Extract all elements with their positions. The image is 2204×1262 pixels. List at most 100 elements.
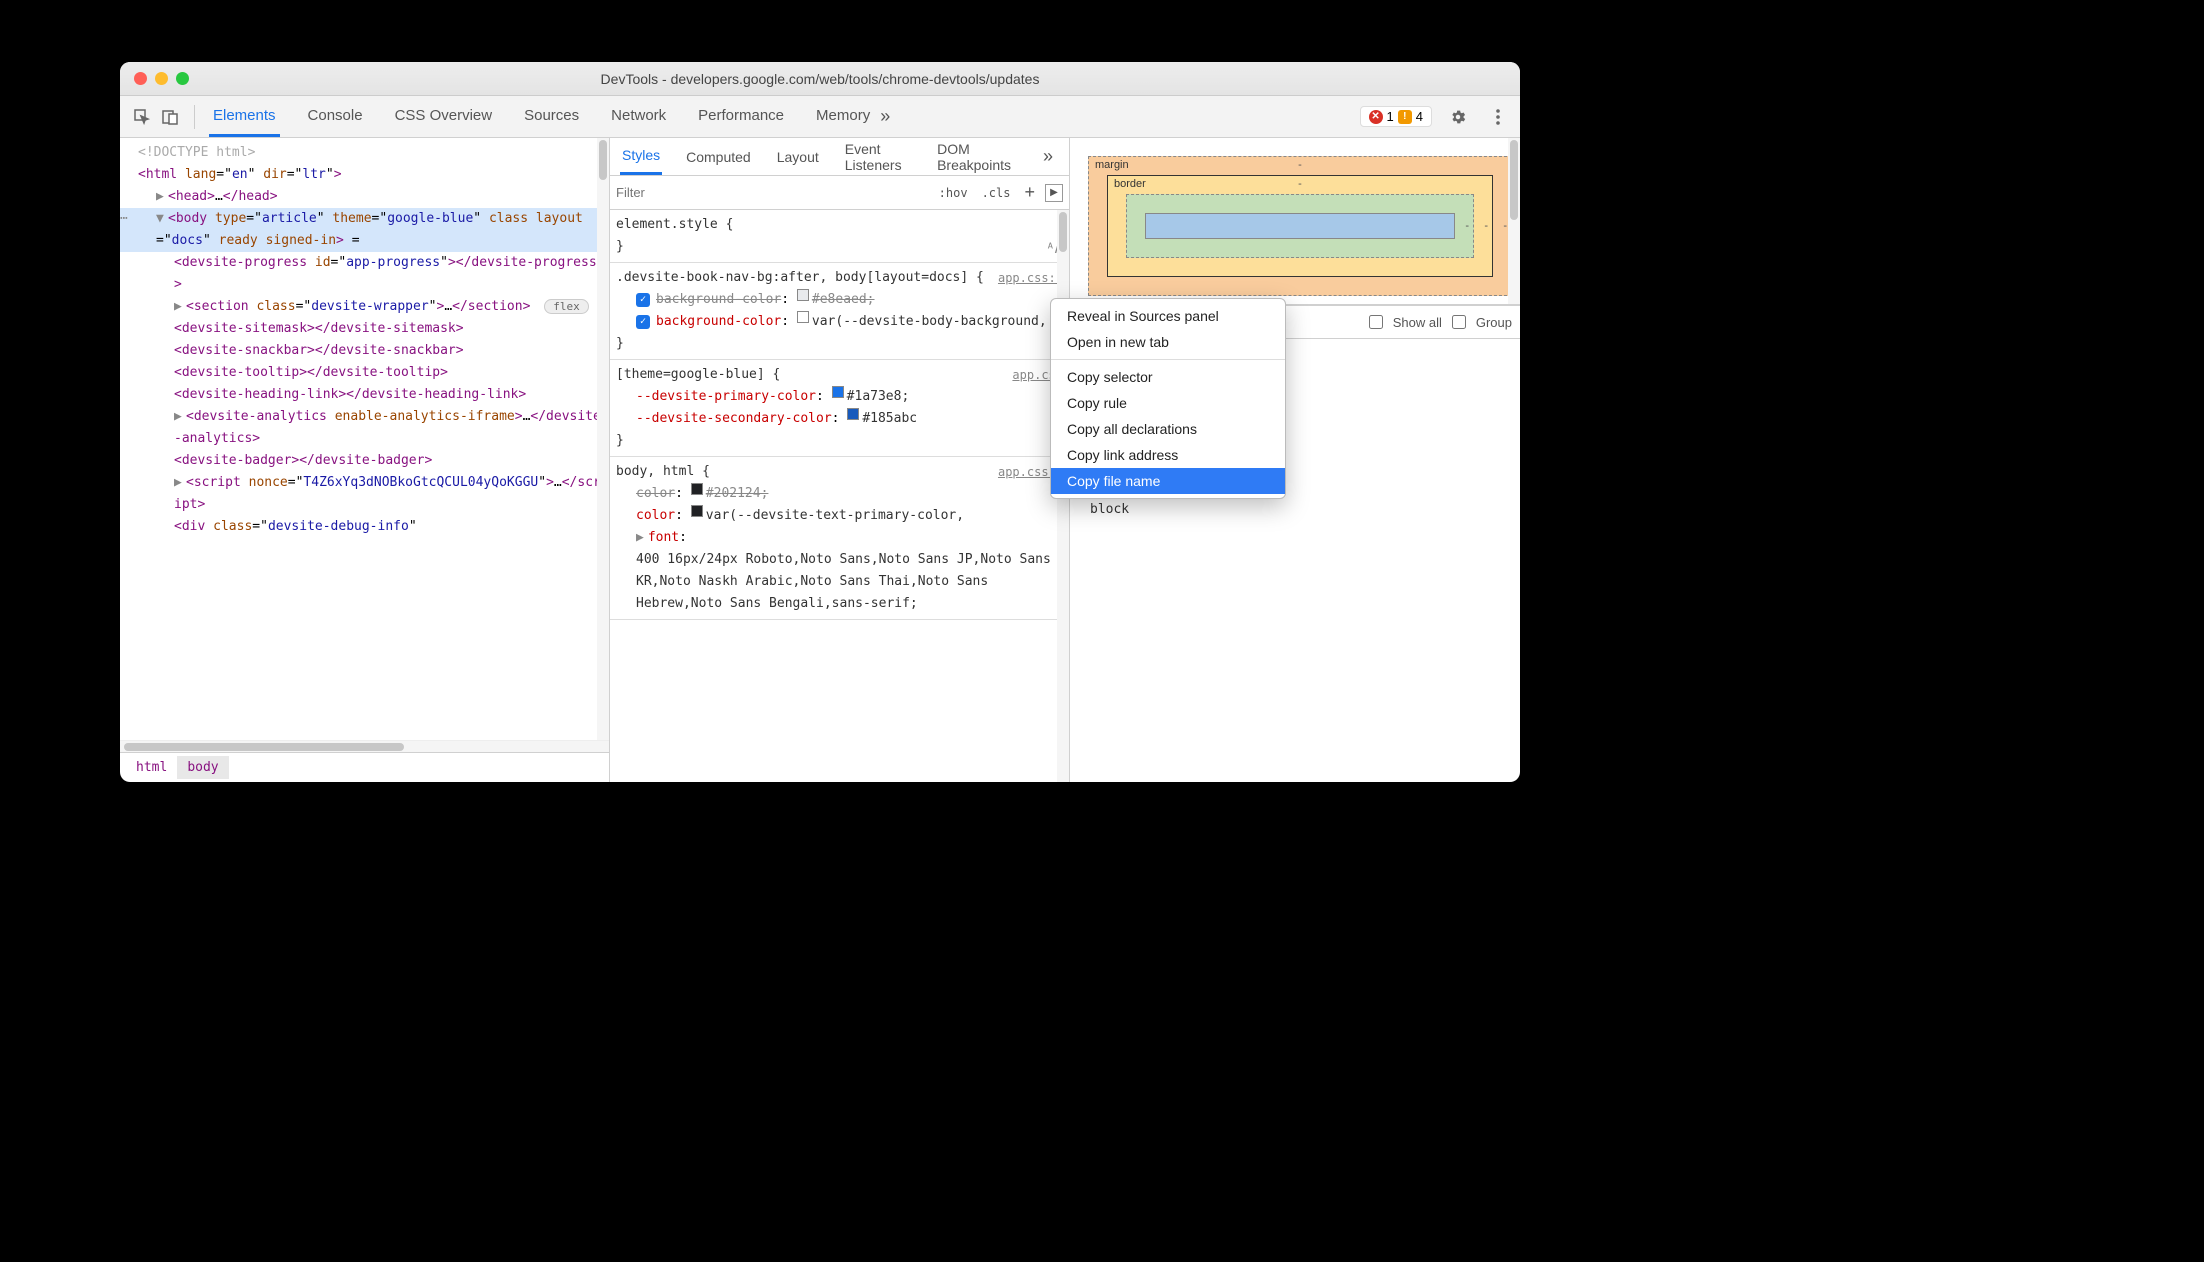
group-label: Group bbox=[1476, 315, 1512, 330]
computed-vertical-scrollbar[interactable] bbox=[1508, 138, 1520, 304]
tab-network[interactable]: Network bbox=[607, 97, 670, 137]
rule-source-link[interactable]: app.css:1 bbox=[998, 267, 1063, 289]
padding-right-value: - bbox=[1465, 220, 1469, 232]
context-menu: Reveal in Sources panelOpen in new tab Co… bbox=[1050, 298, 1286, 499]
color-swatch[interactable] bbox=[847, 408, 859, 420]
more-styles-tabs-icon[interactable]: » bbox=[1037, 146, 1059, 167]
dom-node[interactable]: <devsite-heading-link></devsite-heading-… bbox=[120, 384, 609, 406]
dom-node[interactable]: <html lang="en" dir="ltr"> bbox=[120, 164, 609, 186]
devtools-window: DevTools - developers.google.com/web/too… bbox=[120, 62, 1520, 782]
styles-tab-layout[interactable]: Layout bbox=[775, 140, 821, 174]
breadcrumb-body[interactable]: body bbox=[177, 756, 228, 779]
content-value bbox=[1298, 220, 1301, 232]
main-panels: <!DOCTYPE html><html lang="en" dir="ltr"… bbox=[120, 138, 1520, 782]
main-tabs: Elements Console CSS Overview Sources Networ… bbox=[209, 97, 874, 137]
color-swatch[interactable] bbox=[832, 386, 844, 398]
dom-breadcrumbs: htmlbody bbox=[120, 752, 609, 782]
styles-tab-computed[interactable]: Computed bbox=[684, 140, 753, 174]
styles-tab-dom-breakpoints[interactable]: DOM Breakpoints bbox=[935, 138, 1015, 182]
property-checkbox[interactable]: ✓ bbox=[636, 315, 650, 329]
error-icon: ✕ bbox=[1369, 110, 1383, 124]
styles-tab-event-listeners[interactable]: Event Listeners bbox=[843, 138, 913, 182]
breadcrumb-html[interactable]: html bbox=[126, 756, 177, 779]
dom-horizontal-scrollbar[interactable] bbox=[120, 740, 609, 752]
style-rule[interactable]: [theme=google-blue] {app.css--devsite-pr… bbox=[610, 360, 1069, 457]
styles-tabs: StylesComputedLayoutEvent ListenersDOM B… bbox=[610, 138, 1069, 176]
elements-panel: <!DOCTYPE html><html lang="en" dir="ltr"… bbox=[120, 138, 610, 782]
show-all-checkbox[interactable] bbox=[1369, 315, 1383, 329]
dom-node[interactable]: <devsite-tooltip></devsite-tooltip> bbox=[120, 362, 609, 384]
window-title: DevTools - developers.google.com/web/too… bbox=[120, 71, 1520, 87]
menu-item-reveal-in-sources-panel[interactable]: Reveal in Sources panel bbox=[1051, 303, 1285, 329]
dom-node[interactable]: <devsite-sitemask></devsite-sitemask> bbox=[120, 318, 609, 340]
dom-node[interactable]: ▶<script nonce="T4Z6xYq3dNOBkoGtcQCUL04y… bbox=[120, 472, 609, 516]
more-tabs-icon[interactable]: » bbox=[874, 106, 896, 127]
group-checkbox[interactable] bbox=[1452, 315, 1466, 329]
dom-node[interactable]: ⋯▼<body type="article" theme="google-blu… bbox=[120, 208, 609, 252]
show-all-label: Show all bbox=[1393, 315, 1442, 330]
menu-item-copy-file-name[interactable]: Copy file name bbox=[1051, 468, 1285, 494]
menu-item-open-in-new-tab[interactable]: Open in new tab bbox=[1051, 329, 1285, 355]
border-label: border bbox=[1114, 178, 1146, 190]
menu-item-copy-all-declarations[interactable]: Copy all declarations bbox=[1051, 416, 1285, 442]
css-property[interactable]: ✓background-color: var(--devsite-body-ba… bbox=[616, 311, 1063, 333]
css-property[interactable]: --devsite-secondary-color: #185abc bbox=[616, 408, 1063, 430]
menu-item-copy-rule[interactable]: Copy rule bbox=[1051, 390, 1285, 416]
style-rule[interactable]: element.style {}ᴬA bbox=[610, 210, 1069, 263]
main-toolbar: Elements Console CSS Overview Sources Networ… bbox=[120, 96, 1520, 138]
menu-item-copy-selector[interactable]: Copy selector bbox=[1051, 364, 1285, 390]
styles-tab-styles[interactable]: Styles bbox=[620, 138, 662, 175]
tab-sources[interactable]: Sources bbox=[520, 97, 583, 137]
color-swatch[interactable] bbox=[691, 483, 703, 495]
css-property[interactable]: ▶font: 400 16px/24px Roboto,Noto Sans,No… bbox=[616, 527, 1063, 615]
style-rule[interactable]: body, html {app.css:1color: #202124;colo… bbox=[610, 457, 1069, 620]
styles-filter-input[interactable] bbox=[616, 185, 929, 200]
color-swatch[interactable] bbox=[797, 311, 809, 323]
color-swatch[interactable] bbox=[691, 505, 703, 517]
css-property[interactable]: color: var(--devsite-text-primary-color, bbox=[616, 505, 1063, 527]
tab-css-overview[interactable]: CSS Overview bbox=[391, 97, 497, 137]
property-checkbox[interactable]: ✓ bbox=[636, 293, 650, 307]
warning-icon: ! bbox=[1398, 110, 1412, 124]
menu-item-copy-link-address[interactable]: Copy link address bbox=[1051, 442, 1285, 468]
style-rules[interactable]: element.style {}ᴬA.devsite-book-nav-bg:a… bbox=[610, 210, 1069, 782]
dom-node[interactable]: <!DOCTYPE html> bbox=[120, 142, 609, 164]
error-count: 1 bbox=[1387, 109, 1394, 124]
css-property[interactable]: --devsite-primary-color: #1a73e8; bbox=[616, 386, 1063, 408]
kebab-menu-icon[interactable] bbox=[1484, 103, 1512, 131]
styles-panel: Styles Computed Layout Event Listeners DOM B… bbox=[610, 138, 1070, 782]
margin-label: margin bbox=[1095, 159, 1129, 171]
dom-node[interactable]: ▶<head>…</head> bbox=[120, 186, 609, 208]
styles-filter-row: :hov .cls + ▶ bbox=[610, 176, 1069, 210]
dom-node[interactable]: <devsite-progress id="app-progress"></de… bbox=[120, 252, 609, 296]
console-status-badge[interactable]: ✕ 1 ! 4 bbox=[1360, 106, 1432, 127]
dom-vertical-scrollbar[interactable] bbox=[597, 138, 609, 740]
cls-toggle[interactable]: .cls bbox=[978, 184, 1015, 202]
hov-toggle[interactable]: :hov bbox=[935, 184, 972, 202]
dom-node[interactable]: <devsite-snackbar></devsite-snackbar> bbox=[120, 340, 609, 362]
new-style-rule-button[interactable]: + bbox=[1020, 182, 1039, 203]
style-rule[interactable]: .devsite-book-nav-bg:after, body[layout=… bbox=[610, 263, 1069, 360]
device-toggle-icon[interactable] bbox=[156, 103, 184, 131]
tab-performance[interactable]: Performance bbox=[694, 97, 788, 137]
box-model[interactable]: margin - border - - - bbox=[1070, 138, 1520, 305]
tab-console[interactable]: Console bbox=[304, 97, 367, 137]
margin-top-value: - bbox=[1298, 159, 1302, 171]
content-box bbox=[1145, 213, 1455, 239]
settings-icon[interactable] bbox=[1444, 103, 1472, 131]
dom-node[interactable]: <devsite-badger></devsite-badger> bbox=[120, 450, 609, 472]
css-property[interactable]: ✓background-color: #e8eaed; bbox=[616, 289, 1063, 311]
css-property[interactable]: color: #202124; bbox=[616, 483, 1063, 505]
color-swatch[interactable] bbox=[797, 289, 809, 301]
dom-node[interactable]: <div class="devsite-debug-info" bbox=[120, 516, 609, 538]
tab-memory[interactable]: Memory bbox=[812, 97, 874, 137]
margin-right-value: - bbox=[1503, 220, 1507, 232]
dom-node[interactable]: ▶<section class="devsite-wrapper">…</sec… bbox=[120, 296, 609, 318]
border-right-value: - bbox=[1484, 220, 1488, 232]
dom-node[interactable]: ▶<devsite-analytics enable-analytics-ifr… bbox=[120, 406, 609, 450]
tab-elements[interactable]: Elements bbox=[209, 97, 280, 137]
element-classes-icon[interactable]: ▶ bbox=[1045, 184, 1063, 202]
dom-tree[interactable]: <!DOCTYPE html><html lang="en" dir="ltr"… bbox=[120, 138, 609, 740]
titlebar: DevTools - developers.google.com/web/too… bbox=[120, 62, 1520, 96]
inspect-icon[interactable] bbox=[128, 103, 156, 131]
